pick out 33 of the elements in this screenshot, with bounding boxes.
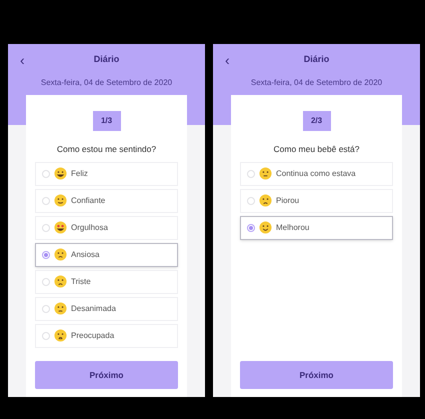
answer-option[interactable]: Piorou <box>240 188 393 213</box>
answer-option[interactable]: Melhorou <box>240 216 393 240</box>
question-text: Como meu bebê está? <box>274 143 360 156</box>
answer-option[interactable]: Ansiosa <box>35 242 178 267</box>
question-text: Como estou me sentindo? <box>56 143 156 156</box>
page-title: Diário <box>92 53 120 66</box>
smiling-face-icon <box>259 221 272 234</box>
heart-eyes-face-icon <box>54 221 67 234</box>
next-button[interactable]: Próximo <box>240 361 393 389</box>
frowning-face-icon <box>259 194 272 208</box>
back-button[interactable]: ‹ <box>20 53 34 67</box>
date-text: Sexta-feira, 04 de Setembro de 2020 <box>40 77 174 89</box>
answer-option[interactable]: Continua como estava <box>240 162 393 186</box>
page-title: Diário <box>302 53 330 66</box>
worried-face-icon <box>54 329 67 342</box>
smiling-face-icon <box>54 194 67 208</box>
step-badge: 1/3 <box>92 111 120 131</box>
step-badge: 2/3 <box>302 111 330 131</box>
answer-option[interactable]: Orgulhosa <box>35 216 178 240</box>
answer-option[interactable]: Confiante <box>35 188 178 213</box>
next-button[interactable]: Próximo <box>35 361 178 389</box>
date-text: Sexta-feira, 04 de Setembro de 2020 <box>250 77 384 89</box>
neutral-face-icon <box>259 167 272 180</box>
answer-option[interactable]: Desanimada <box>35 296 178 321</box>
grinning-face-icon <box>54 167 67 180</box>
downcast-face-icon <box>54 302 67 316</box>
answer-option[interactable]: Preocupada <box>35 324 178 348</box>
answer-option[interactable]: Feliz <box>35 162 178 186</box>
answer-option[interactable]: Triste <box>35 270 178 294</box>
radio-button[interactable] <box>42 250 50 259</box>
radio-button[interactable] <box>247 224 255 232</box>
anxious-face-icon <box>54 248 67 262</box>
back-button[interactable]: ‹ <box>225 53 239 67</box>
